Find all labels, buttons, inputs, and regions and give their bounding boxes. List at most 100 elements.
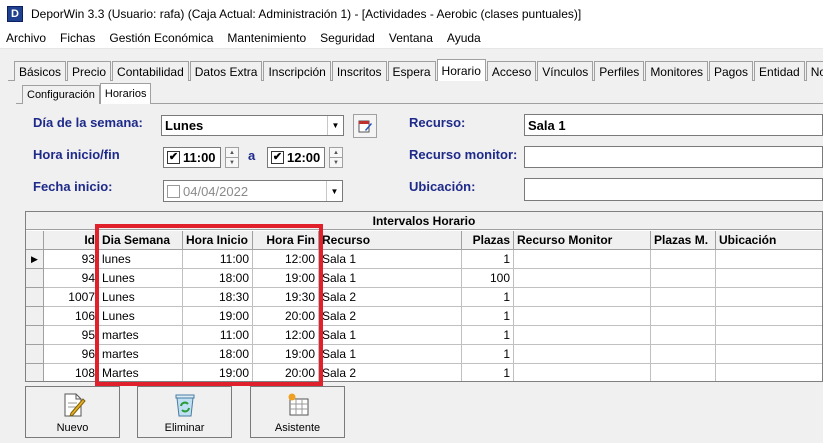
cell-recurso-monitor[interactable] <box>514 288 651 307</box>
cell-id[interactable]: 106 <box>44 307 99 326</box>
tab-pagos[interactable]: Pagos <box>709 61 754 81</box>
cell-recurso[interactable]: Sala 1 <box>319 269 462 288</box>
cell-hora-fin[interactable]: 12:00 <box>253 250 319 269</box>
col-header-hora-fin[interactable]: Hora Fin <box>253 231 319 250</box>
cell-plazas[interactable]: 100 <box>462 269 514 288</box>
cell-plazas[interactable]: 1 <box>462 364 514 381</box>
col-header-plazas[interactable]: Plazas <box>462 231 514 250</box>
tab-monitores[interactable]: Monitores <box>645 61 708 81</box>
cell-plazas[interactable]: 1 <box>462 326 514 345</box>
cell-dia-semana[interactable]: Lunes <box>99 307 183 326</box>
cell-id[interactable]: 108 <box>44 364 99 381</box>
col-header-recurso[interactable]: Recurso <box>319 231 462 250</box>
row-indicator[interactable] <box>26 307 44 326</box>
menu-archivo[interactable]: Archivo <box>6 31 46 45</box>
cell-ubicacion[interactable] <box>716 307 822 326</box>
cell-recurso[interactable]: Sala 1 <box>319 345 462 364</box>
row-indicator[interactable] <box>26 326 44 345</box>
cell-id[interactable]: 96 <box>44 345 99 364</box>
calendar-tool-button[interactable] <box>353 114 377 138</box>
col-header-recurso-monitor[interactable]: Recurso Monitor <box>514 231 651 250</box>
col-header-id[interactable]: Id <box>44 231 99 250</box>
spin-up-icon[interactable]: ▲ <box>226 148 238 157</box>
cell-plazas-m[interactable] <box>651 307 716 326</box>
cell-plazas-m[interactable] <box>651 345 716 364</box>
menu-mantenimiento[interactable]: Mantenimiento <box>227 31 306 45</box>
row-indicator[interactable] <box>26 364 44 381</box>
ubicacion-field[interactable] <box>524 178 823 201</box>
spin-down-icon[interactable]: ▼ <box>330 157 342 167</box>
menu-ayuda[interactable]: Ayuda <box>447 31 481 45</box>
cell-ubicacion[interactable] <box>716 326 822 345</box>
cell-hora-fin[interactable]: 20:00 <box>253 364 319 381</box>
col-header-ubicacion[interactable]: Ubicación <box>716 231 822 250</box>
row-indicator[interactable] <box>26 269 44 288</box>
spin-down-icon[interactable]: ▼ <box>226 157 238 167</box>
cell-recurso[interactable]: Sala 2 <box>319 288 462 307</box>
cell-hora-inicio[interactable]: 18:00 <box>183 345 253 364</box>
cell-recurso[interactable]: Sala 1 <box>319 326 462 345</box>
cell-recurso-monitor[interactable] <box>514 345 651 364</box>
cell-plazas[interactable]: 1 <box>462 250 514 269</box>
recurso-field[interactable]: Sala 1 <box>524 114 823 136</box>
tab-basicos[interactable]: Básicos <box>14 61 67 81</box>
subtab-horarios[interactable]: Horarios <box>99 83 152 104</box>
menu-fichas[interactable]: Fichas <box>60 31 95 45</box>
cell-hora-inicio[interactable]: 18:00 <box>183 269 253 288</box>
chevron-down-icon[interactable]: ▼ <box>326 181 342 201</box>
cell-plazas-m[interactable] <box>651 326 716 345</box>
cell-ubicacion[interactable] <box>716 364 822 381</box>
cell-id[interactable]: 1007 <box>44 288 99 307</box>
tab-inscritos[interactable]: Inscritos <box>331 61 387 81</box>
asistente-button[interactable]: Asistente <box>250 386 345 438</box>
hora-fin-spinner[interactable]: ▲ ▼ <box>329 147 343 168</box>
tab-entidad[interactable]: Entidad <box>754 61 805 81</box>
tab-notas[interactable]: Notas <box>805 61 823 81</box>
cell-plazas-m[interactable] <box>651 269 716 288</box>
cell-recurso-monitor[interactable] <box>514 307 651 326</box>
tab-espera[interactable]: Espera <box>387 61 436 81</box>
tab-vinculos[interactable]: Vínculos <box>537 61 594 81</box>
row-indicator[interactable] <box>26 288 44 307</box>
cell-hora-inicio[interactable]: 18:30 <box>183 288 253 307</box>
row-indicator[interactable]: ▶ <box>26 250 44 269</box>
hora-inicio-checkbox[interactable]: ✔ <box>167 151 180 164</box>
tab-inscripcion[interactable]: Inscripción <box>263 61 331 81</box>
cell-hora-inicio[interactable]: 11:00 <box>183 250 253 269</box>
tab-datos-extra[interactable]: Datos Extra <box>189 61 263 81</box>
col-header-plazas-m[interactable]: Plazas M. <box>651 231 716 250</box>
menu-gestion-economica[interactable]: Gestión Económica <box>109 31 213 45</box>
cell-ubicacion[interactable] <box>716 250 822 269</box>
cell-dia-semana[interactable]: Lunes <box>99 288 183 307</box>
cell-ubicacion[interactable] <box>716 269 822 288</box>
chevron-down-icon[interactable]: ▼ <box>327 116 343 135</box>
tab-perfiles[interactable]: Perfiles <box>594 61 645 81</box>
col-header-hora-inicio[interactable]: Hora Inicio <box>183 231 253 250</box>
fecha-inicio-checkbox[interactable] <box>167 184 180 198</box>
cell-dia-semana[interactable]: martes <box>99 345 183 364</box>
tab-acceso[interactable]: Acceso <box>486 61 537 81</box>
cell-plazas[interactable]: 1 <box>462 345 514 364</box>
cell-hora-fin[interactable]: 19:00 <box>253 345 319 364</box>
cell-recurso-monitor[interactable] <box>514 250 651 269</box>
cell-recurso[interactable]: Sala 2 <box>319 364 462 381</box>
subtab-configuracion[interactable]: Configuración <box>22 85 100 104</box>
cell-hora-fin[interactable]: 12:00 <box>253 326 319 345</box>
cell-recurso-monitor[interactable] <box>514 269 651 288</box>
cell-plazas-m[interactable] <box>651 288 716 307</box>
cell-plazas[interactable]: 1 <box>462 288 514 307</box>
cell-recurso[interactable]: Sala 1 <box>319 250 462 269</box>
menu-ventana[interactable]: Ventana <box>389 31 433 45</box>
dia-select[interactable]: Lunes ▼ <box>161 115 344 136</box>
tab-contabilidad[interactable]: Contabilidad <box>112 61 189 81</box>
nuevo-button[interactable]: Nuevo <box>25 386 120 438</box>
cell-hora-inicio[interactable]: 11:00 <box>183 326 253 345</box>
cell-ubicacion[interactable] <box>716 345 822 364</box>
cell-dia-semana[interactable]: Martes <box>99 364 183 381</box>
cell-ubicacion[interactable] <box>716 288 822 307</box>
cell-id[interactable]: 93 <box>44 250 99 269</box>
tab-precio[interactable]: Precio <box>67 61 112 81</box>
cell-hora-fin[interactable]: 19:00 <box>253 269 319 288</box>
cell-recurso-monitor[interactable] <box>514 326 651 345</box>
hora-inicio-field[interactable]: ✔ 11:00 <box>163 147 221 168</box>
